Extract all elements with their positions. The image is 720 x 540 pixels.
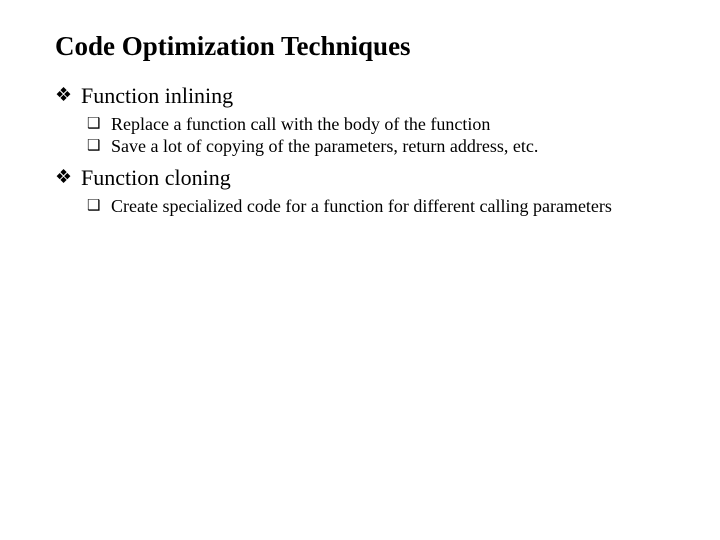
sub-bullet: ❑ Create specialized code for a function… (55, 196, 665, 218)
sub-bullet-text: Create specialized code for a function f… (111, 196, 665, 218)
sub-bullet: ❑ Save a lot of copying of the parameter… (55, 136, 665, 158)
square-bullet-icon: ❑ (87, 197, 100, 215)
bullet-label: Function cloning (81, 165, 231, 190)
sub-bullet-text: Replace a function call with the body of… (111, 114, 665, 136)
square-bullet-icon: ❑ (87, 137, 100, 155)
slide-title: Code Optimization Techniques (55, 30, 665, 62)
sub-bullet: ❑ Replace a function call with the body … (55, 114, 665, 136)
diamond-bullet-icon: ❖ (55, 166, 72, 190)
slide: Code Optimization Techniques ❖ Function … (0, 0, 720, 217)
sub-bullet-text: Save a lot of copying of the parameters,… (111, 136, 665, 158)
bullet-function-inlining: ❖ Function inlining (55, 82, 665, 110)
bullet-label: Function inlining (81, 83, 233, 108)
diamond-bullet-icon: ❖ (55, 84, 72, 108)
bullet-function-cloning: ❖ Function cloning (55, 164, 665, 192)
square-bullet-icon: ❑ (87, 115, 100, 133)
